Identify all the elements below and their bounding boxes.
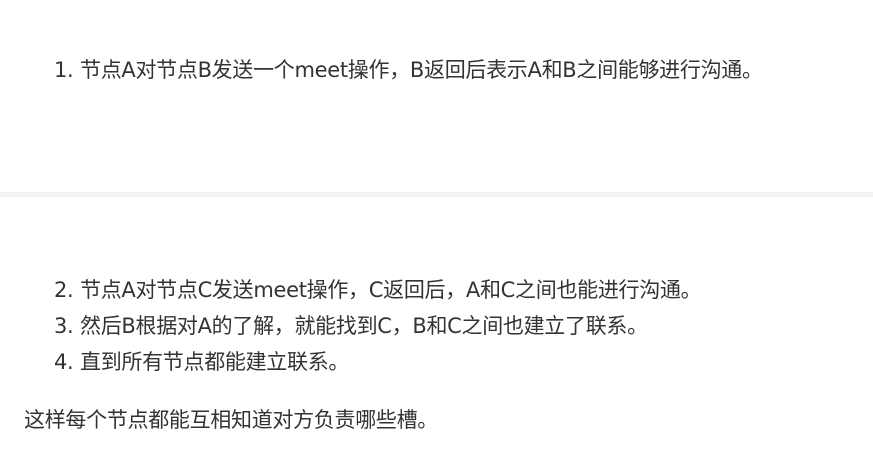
step-list-top: 1. 节点A对节点B发送一个meet操作，B返回后表示A和B之间能够进行沟通。 bbox=[54, 52, 763, 88]
content-block-top: 1. 节点A对节点B发送一个meet操作，B返回后表示A和B之间能够进行沟通。 bbox=[0, 0, 873, 192]
list-item-text: 然后B根据对A的了解，就能找到C，B和C之间也建立了联系。 bbox=[80, 314, 648, 338]
list-item-text: 节点A对节点B发送一个meet操作，B返回后表示A和B之间能够进行沟通。 bbox=[80, 58, 763, 82]
list-item: 1. 节点A对节点B发送一个meet操作，B返回后表示A和B之间能够进行沟通。 bbox=[54, 52, 763, 88]
list-item: 2. 节点A对节点C发送meet操作，C返回后，A和C之间也能进行沟通。 bbox=[54, 272, 702, 308]
list-item: 4. 直到所有节点都能建立联系。 bbox=[54, 344, 701, 380]
list-item-number: 2. bbox=[54, 278, 74, 302]
list-item-number: 1. bbox=[54, 58, 74, 82]
list-item-text: 直到所有节点都能建立联系。 bbox=[80, 350, 350, 374]
list-item: 3. 然后B根据对A的了解，就能找到C，B和C之间也建立了联系。 bbox=[54, 308, 701, 344]
list-item-number: 3. bbox=[54, 314, 74, 338]
step-list-bottom: 2. 节点A对节点C发送meet操作，C返回后，A和C之间也能进行沟通。 3. 然后… bbox=[54, 272, 702, 380]
summary-paragraph: 这样每个节点都能互相知道对方负责哪些槽。 bbox=[24, 408, 438, 432]
list-item-text: 节点A对节点C发送meet操作，C返回后，A和C之间也能进行沟通。 bbox=[80, 278, 702, 302]
list-item-number: 4. bbox=[54, 350, 74, 374]
